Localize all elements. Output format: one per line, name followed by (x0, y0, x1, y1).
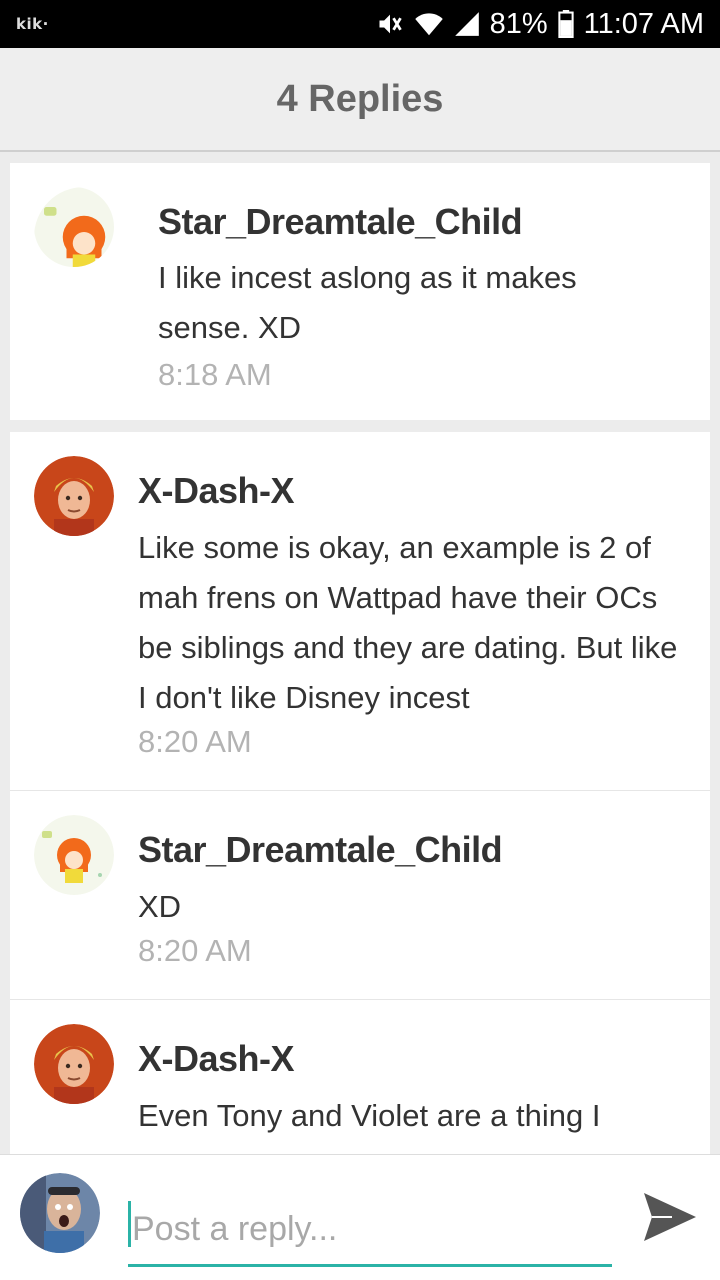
battery-icon (557, 10, 574, 38)
signal-icon (454, 10, 480, 38)
author-name[interactable]: X-Dash-X (138, 1038, 295, 1080)
reply-card: Star_Dreamtale_Child I like incest aslon… (10, 163, 710, 420)
wifi-icon (414, 10, 444, 38)
reply-item[interactable]: Star_Dreamtale_Child XD 8:20 AM (10, 790, 710, 999)
send-icon (642, 1191, 698, 1248)
replies-header: 4 Replies (0, 48, 720, 152)
avatar[interactable] (34, 187, 114, 267)
reply-text: XD (138, 889, 182, 924)
reply-card: X-Dash-X Like some is okay, an example i… (10, 432, 710, 1154)
reply-item[interactable]: X-Dash-X Like some is okay, an example i… (10, 432, 710, 790)
current-user-avatar[interactable] (20, 1173, 100, 1253)
reply-text: Like some is okay, an example is 2 of ma… (138, 530, 678, 715)
reply-composer (0, 1154, 720, 1280)
author-name[interactable]: X-Dash-X (138, 470, 295, 512)
status-bar: kik· 81% 11:07 AM (0, 0, 720, 48)
author-name[interactable]: Star_Dreamtale_Child (158, 201, 523, 243)
author-name[interactable]: Star_Dreamtale_Child (138, 829, 503, 871)
page-title: 4 Replies (276, 77, 444, 120)
avatar[interactable] (34, 456, 114, 536)
reply-input[interactable] (128, 1195, 612, 1267)
reply-timestamp: 8:20 AM (138, 933, 252, 968)
clock: 11:07 AM (583, 7, 704, 40)
status-icons: 81% 11:07 AM (376, 8, 704, 41)
avatar[interactable] (34, 815, 114, 895)
kik-app-indicator: kik· (16, 15, 49, 33)
reply-text: Even Tony and Violet are a thing I (138, 1098, 601, 1133)
reply-text: I like incest aslong as it makes sense. … (158, 260, 577, 345)
reply-item[interactable]: Star_Dreamtale_Child I like incest aslon… (10, 163, 710, 420)
send-button[interactable] (638, 1187, 702, 1251)
reply-timestamp: 8:20 AM (138, 724, 252, 759)
reply-item[interactable]: X-Dash-X Even Tony and Violet are a thin… (10, 999, 710, 1154)
avatar[interactable] (34, 1024, 114, 1104)
mute-icon (376, 10, 404, 38)
text-cursor (128, 1201, 131, 1247)
reply-timestamp: 8:18 AM (158, 357, 272, 392)
battery-percent: 81% (489, 7, 548, 40)
